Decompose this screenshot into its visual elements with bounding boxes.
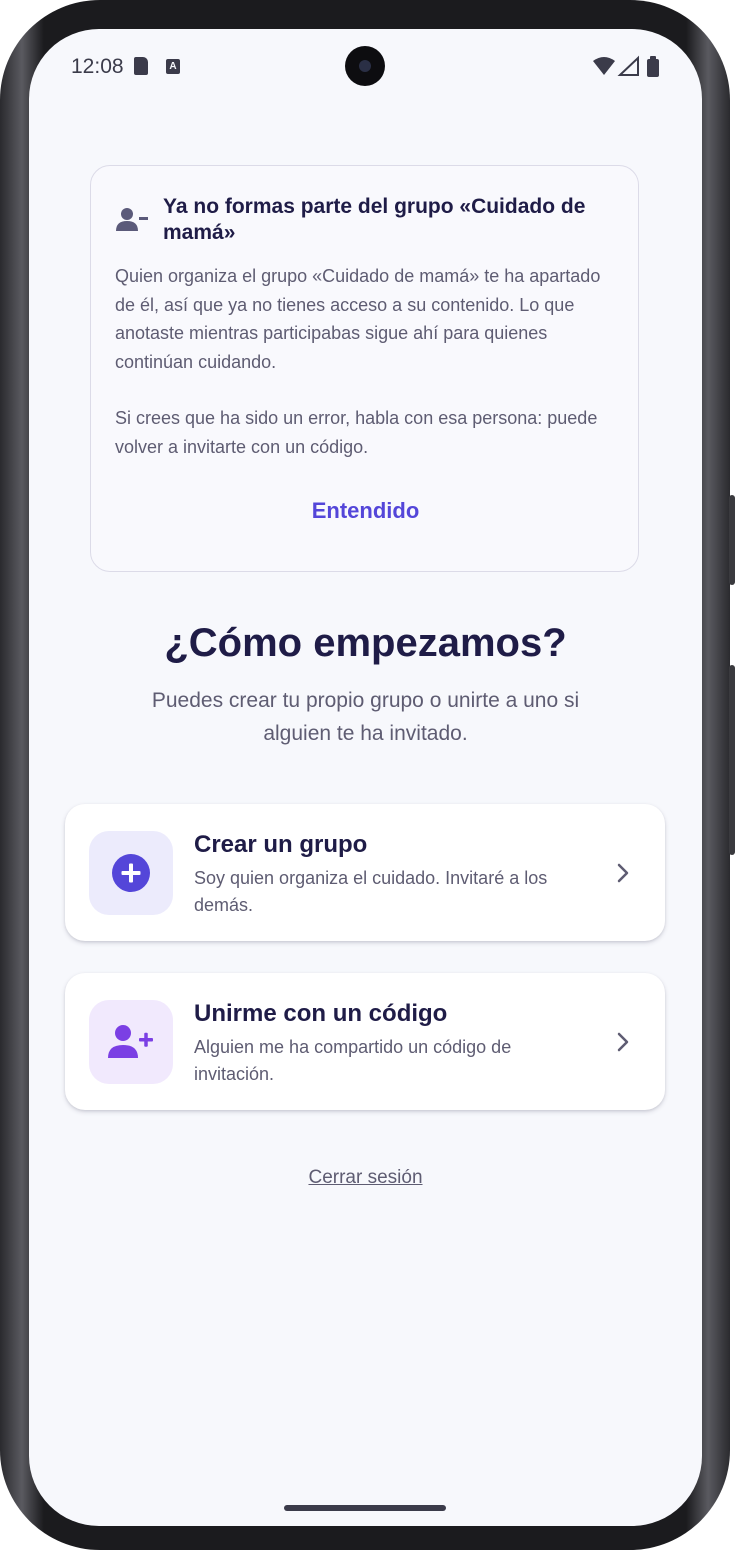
power-button xyxy=(729,665,735,855)
join-group-icon-box xyxy=(89,1000,173,1084)
page-title: ¿Cómo empezamos? xyxy=(164,621,567,665)
volume-button xyxy=(729,495,735,585)
page-subtitle: Puedes crear tu propio grupo o unirte a … xyxy=(151,689,580,745)
chevron-right-icon xyxy=(617,863,629,883)
notice-title: Ya no formas parte del grupo «Cuidado de… xyxy=(163,195,586,244)
option-title: Unirme con un código xyxy=(194,1000,448,1027)
create-group-option[interactable]: Crear un grupo Soy quien organiza el cui… xyxy=(65,804,665,941)
logout-link[interactable]: Cerrar sesión xyxy=(29,1167,702,1189)
notice-paragraph: Si crees que ha sido un error, habla con… xyxy=(115,408,598,457)
wifi-icon xyxy=(593,57,615,75)
battery-icon xyxy=(647,56,659,77)
status-bar: 12:08 A xyxy=(29,29,702,105)
removed-from-group-notice: Ya no formas parte del grupo «Cuidado de… xyxy=(90,165,639,572)
option-description: Soy quien organiza el cuidado. Invitaré … xyxy=(194,868,548,915)
plus-circle-icon xyxy=(112,854,150,892)
join-with-code-option[interactable]: Unirme con un código Alguien me ha compa… xyxy=(65,973,665,1110)
screen: 12:08 A Ya no formas parte del grupo «Cu… xyxy=(29,29,702,1526)
create-group-icon-box xyxy=(89,831,173,915)
option-description: Alguien me ha compartido un código de in… xyxy=(194,1037,512,1084)
front-camera xyxy=(345,46,385,86)
acknowledge-button[interactable]: Entendido xyxy=(91,498,640,524)
person-add-icon xyxy=(108,1025,153,1058)
status-icons xyxy=(593,55,659,77)
status-time: 12:08 xyxy=(71,55,124,78)
notice-paragraph: Quien organiza el grupo «Cuidado de mamá… xyxy=(115,266,601,372)
chevron-right-icon xyxy=(617,1032,629,1052)
signal-icon xyxy=(617,55,639,76)
person-remove-icon xyxy=(116,208,148,231)
notice-body: Quien organiza el grupo «Cuidado de mamá… xyxy=(115,262,615,462)
sd-card-icon xyxy=(134,57,148,75)
option-title: Crear un grupo xyxy=(194,831,368,858)
keyboard-a-icon: A xyxy=(166,59,180,74)
home-indicator[interactable] xyxy=(284,1505,446,1511)
